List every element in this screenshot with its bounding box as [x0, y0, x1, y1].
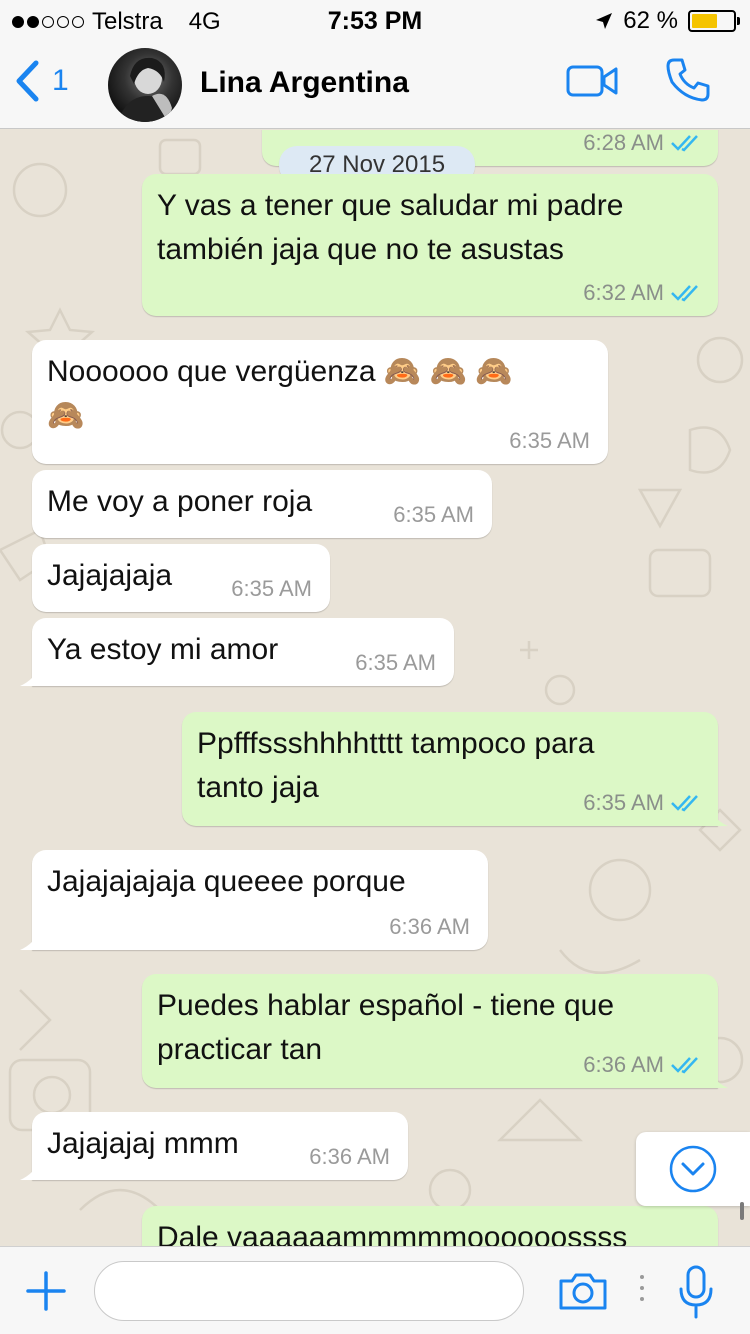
camera-icon[interactable]: [558, 1271, 608, 1311]
message-time: 6:35 AM: [509, 428, 590, 453]
message-time: 6:35 AM: [231, 576, 312, 601]
message-bubble-outgoing[interactable]: Dale vaaaaaammmmmoooooossss: [142, 1206, 718, 1246]
message-meta: 6:35 AM: [509, 428, 590, 454]
status-bar: Telstra 4G 7:53 PM 62 %: [0, 0, 750, 40]
message-meta: 6:35 AM: [231, 576, 312, 602]
message-time: 6:36 AM: [389, 914, 470, 939]
message-time: 6:35 AM: [583, 790, 664, 815]
composer-bar: [0, 1246, 750, 1334]
unread-count: 1: [52, 64, 69, 97]
message-meta: 6:35 AM: [393, 502, 474, 528]
bubble-tail: [708, 806, 728, 826]
message-bubble-outgoing[interactable]: Puedes hablar español - tiene que practi…: [142, 974, 728, 1088]
battery-percent: 62 %: [623, 7, 678, 34]
video-call-icon[interactable]: [566, 64, 618, 98]
avatar-photo: [118, 57, 176, 122]
read-receipt-icon: [671, 795, 698, 812]
back-chevron-icon: [16, 60, 39, 102]
message-text: Noooooo que vergüenza 🙈 🙈 🙈 🙈: [47, 355, 513, 432]
message-bubble-outgoing[interactable]: Ppfffssshhhhtttt tampoco para tanto jaja…: [182, 712, 728, 826]
message-meta: 6:35 AM: [583, 790, 700, 816]
message-time: 6:32 AM: [583, 280, 664, 305]
chevron-down-circle-icon: [669, 1145, 717, 1193]
message-meta: 6:36 AM: [583, 1052, 700, 1078]
message-meta: 6:36 AM: [309, 1144, 390, 1170]
message-text: Y vas a tener que saludar mi padre tambi…: [157, 189, 624, 266]
scroll-to-bottom-button[interactable]: [636, 1132, 750, 1206]
battery-icon: [688, 10, 740, 32]
read-receipt-icon: [671, 135, 698, 152]
message-bubble-incoming[interactable]: Jajajajajaja queeee porque 6:36 AM: [20, 850, 488, 950]
location-arrow-icon: [596, 13, 613, 29]
contact-avatar[interactable]: [108, 48, 182, 122]
phone-call-icon[interactable]: [664, 56, 712, 104]
contact-name[interactable]: Lina Argentina: [200, 66, 409, 100]
message-meta: 6:28 AM: [583, 130, 700, 156]
status-right: 62 %: [595, 7, 740, 35]
message-time: 6:28 AM: [583, 130, 664, 155]
scrollbar-thumb[interactable]: [740, 1202, 744, 1220]
message-time: 6:36 AM: [583, 1052, 664, 1077]
microphone-icon[interactable]: [678, 1265, 714, 1319]
bubble-tail: [708, 1068, 728, 1088]
message-list[interactable]: 6:28 AM 27 Nov 2015 Y vas a tener que sa…: [0, 130, 750, 1246]
message-meta: 6:32 AM: [583, 280, 700, 306]
bubble-tail: [20, 928, 42, 950]
message-time: 6:36 AM: [309, 1144, 390, 1169]
message-bubble-incoming[interactable]: Noooooo que vergüenza 🙈 🙈 🙈 🙈 6:35 AM: [32, 340, 608, 464]
divider-dots: [640, 1275, 644, 1301]
message-bubble-incoming[interactable]: Jajajajaja 6:35 AM: [32, 544, 330, 612]
message-bubble-incoming[interactable]: Ya estoy mi amor 6:35 AM: [20, 618, 454, 686]
bubble-tail: [20, 1158, 42, 1180]
read-receipt-icon: [671, 1057, 698, 1074]
message-text: Dale vaaaaaammmmmoooooossss: [157, 1221, 628, 1246]
plus-icon[interactable]: [26, 1271, 66, 1311]
message-text: Jajajajajaja queeee porque: [47, 865, 406, 898]
message-bubble-incoming[interactable]: Me voy a poner roja 6:35 AM: [32, 470, 492, 538]
back-button[interactable]: 1: [14, 60, 69, 102]
message-time: 6:35 AM: [355, 650, 436, 675]
message-meta: 6:35 AM: [355, 650, 436, 676]
message-meta: 6:36 AM: [389, 914, 470, 940]
message-input[interactable]: [94, 1261, 524, 1321]
message-time: 6:35 AM: [393, 502, 474, 527]
chat-header: 1 Lina Argentina: [0, 40, 750, 129]
message-bubble-outgoing[interactable]: Y vas a tener que saludar mi padre tambi…: [142, 174, 718, 316]
bubble-tail: [20, 664, 42, 686]
read-receipt-icon: [671, 285, 698, 302]
message-bubble-incoming[interactable]: Jajajajaj mmm 6:36 AM: [20, 1112, 408, 1180]
